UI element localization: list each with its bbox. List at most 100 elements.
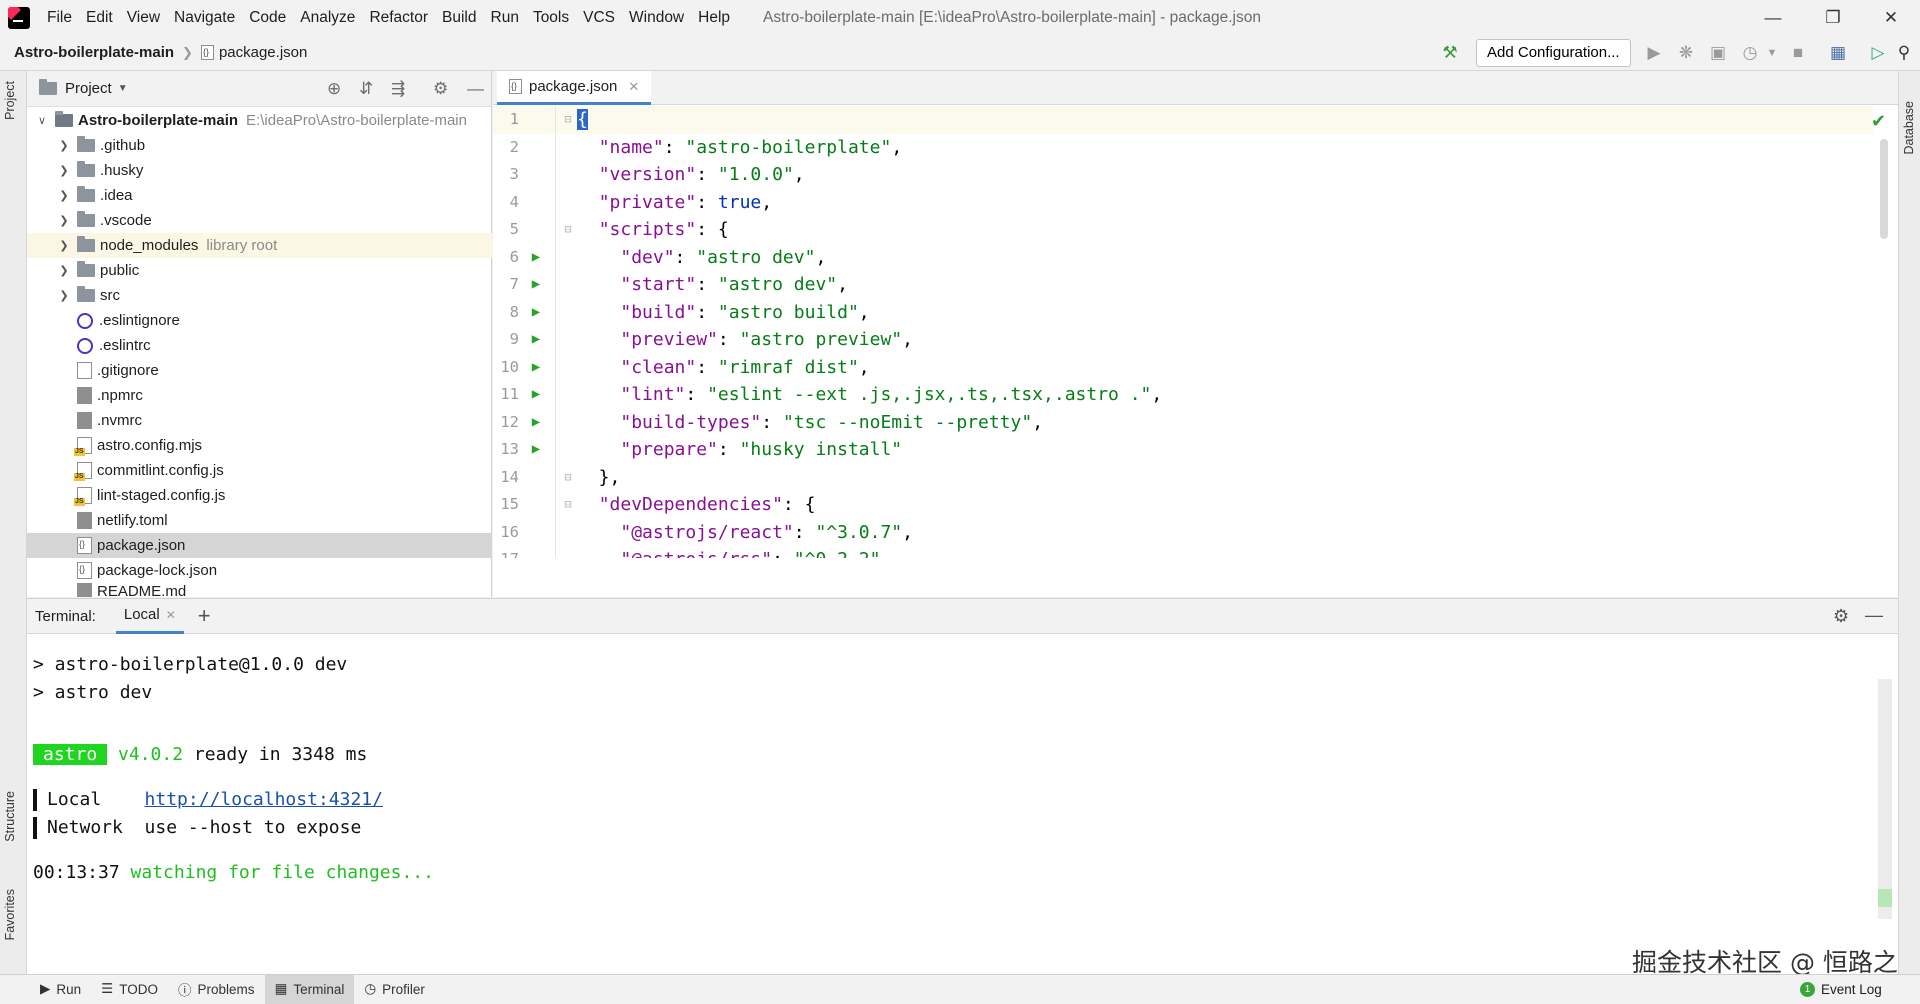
menu-tools[interactable]: Tools: [526, 0, 576, 35]
fold-icon[interactable]: ⊟: [561, 491, 575, 519]
fold-icon[interactable]: ⊟: [561, 106, 575, 134]
tree-file[interactable]: README.md: [27, 583, 492, 597]
run-script-icon[interactable]: ▶: [529, 299, 543, 327]
hide-icon[interactable]: —: [467, 79, 484, 99]
menu-vcs[interactable]: VCS: [576, 0, 622, 35]
structure-side-tab[interactable]: Structure: [3, 791, 17, 842]
chevron-right-icon[interactable]: ❯: [57, 164, 71, 177]
chevron-right-icon[interactable]: ❯: [57, 214, 71, 227]
fold-icon[interactable]: ⊟: [561, 464, 575, 492]
project-structure-icon[interactable]: ▦: [1826, 41, 1850, 65]
run-script-icon[interactable]: ▶: [529, 381, 543, 409]
chevron-right-icon[interactable]: ❯: [57, 264, 71, 277]
project-panel-title[interactable]: Project: [65, 80, 112, 97]
menu-build[interactable]: Build: [435, 0, 483, 35]
collapse-all-icon[interactable]: ⇶: [391, 79, 405, 99]
expand-all-icon[interactable]: ⇵: [359, 79, 373, 99]
event-log-button[interactable]: 1 Event Log: [1800, 975, 1882, 1004]
menu-view[interactable]: View: [120, 0, 167, 35]
tree-root[interactable]: ∨ Astro-boilerplate-main E:\ideaPro\Astr…: [27, 108, 492, 133]
chevron-down-icon[interactable]: ▼: [118, 83, 128, 94]
tree-folder-github[interactable]: ❯ .github: [27, 133, 492, 158]
database-side-tab[interactable]: Database: [1902, 101, 1916, 155]
profiler-tool-button[interactable]: ◷ Profiler: [354, 975, 435, 1004]
terminal-tab-local[interactable]: Local ✕: [115, 599, 184, 634]
menu-code[interactable]: Code: [242, 0, 293, 35]
chevron-down-icon[interactable]: ▼: [1760, 41, 1784, 65]
build-hammer-icon[interactable]: ⚒: [1438, 41, 1462, 65]
run-anything-icon[interactable]: ▷: [1866, 41, 1890, 65]
close-icon[interactable]: ✕: [1862, 0, 1920, 35]
run-icon[interactable]: ▶: [1642, 41, 1666, 65]
tree-file[interactable]: .nvmrc: [27, 408, 492, 433]
menu-refactor[interactable]: Refactor: [362, 0, 435, 35]
coverage-icon[interactable]: ▣: [1706, 41, 1730, 65]
chevron-down-icon[interactable]: ∨: [35, 114, 49, 127]
menu-navigate[interactable]: Navigate: [167, 0, 242, 35]
chevron-right-icon[interactable]: ❯: [57, 239, 71, 252]
chevron-right-icon[interactable]: ❯: [57, 189, 71, 202]
code-area[interactable]: 1 ⊟{ 2 "name": "astro-boilerplate", 3 "ve…: [493, 106, 1898, 558]
terminal-scrollbar[interactable]: [1878, 679, 1892, 919]
right-tool-strip: Database: [1898, 71, 1920, 974]
editor-scrollbar[interactable]: [1880, 139, 1888, 239]
tree-file[interactable]: netlify.toml: [27, 508, 492, 533]
tree-folder-public[interactable]: ❯ public: [27, 258, 492, 283]
tree-folder-vscode[interactable]: ❯ .vscode: [27, 208, 492, 233]
editor-tab-package-json[interactable]: package.json ✕: [497, 71, 652, 105]
tree-file[interactable]: .npmrc: [27, 383, 492, 408]
tree-folder-husky[interactable]: ❯ .husky: [27, 158, 492, 183]
problems-tool-button[interactable]: ⓘ Problems: [168, 975, 265, 1004]
menu-edit[interactable]: Edit: [79, 0, 120, 35]
tree-file[interactable]: package-lock.json: [27, 558, 492, 583]
debug-icon[interactable]: ❋: [1674, 41, 1698, 65]
add-configuration-button[interactable]: Add Configuration...: [1476, 39, 1631, 67]
menu-analyze[interactable]: Analyze: [293, 0, 362, 35]
stop-icon[interactable]: ■: [1786, 41, 1810, 65]
run-script-icon[interactable]: ▶: [529, 354, 543, 382]
window-title: Astro-boilerplate-main [E:\ideaPro\Astro…: [763, 8, 1261, 26]
close-icon[interactable]: ✕: [166, 608, 176, 622]
menu-window[interactable]: Window: [622, 0, 691, 35]
run-script-icon[interactable]: ▶: [529, 271, 543, 299]
tree-file[interactable]: lint-staged.config.js: [27, 483, 492, 508]
run-script-icon[interactable]: ▶: [529, 436, 543, 464]
tree-file[interactable]: .gitignore: [27, 358, 492, 383]
tree-file-selected[interactable]: package.json: [27, 533, 492, 558]
tree-file[interactable]: .eslintrc: [27, 333, 492, 358]
hide-icon[interactable]: —: [1865, 605, 1883, 626]
breadcrumb-file[interactable]: package.json: [200, 44, 307, 61]
gear-icon[interactable]: ⚙: [1833, 606, 1849, 627]
menu-run[interactable]: Run: [484, 0, 526, 35]
run-script-icon[interactable]: ▶: [529, 409, 543, 437]
add-icon[interactable]: +: [198, 603, 211, 629]
tree-folder-node-modules[interactable]: ❯ node_modules library root: [27, 233, 492, 258]
minimize-icon[interactable]: —: [1744, 0, 1802, 35]
locate-icon[interactable]: ⊕: [327, 79, 341, 99]
gear-icon[interactable]: ⚙: [433, 79, 448, 99]
close-icon[interactable]: ✕: [628, 79, 639, 95]
fold-icon[interactable]: ⊟: [561, 216, 575, 244]
menu-file[interactable]: File: [40, 0, 79, 35]
terminal-tool-button[interactable]: ▦ Terminal: [264, 974, 355, 1004]
search-icon[interactable]: ⚲: [1892, 41, 1916, 65]
tree-file[interactable]: commitlint.config.js: [27, 458, 492, 483]
restore-icon[interactable]: ❐: [1804, 0, 1862, 35]
tree-file[interactable]: astro.config.mjs: [27, 433, 492, 458]
profile-icon[interactable]: ◷: [1738, 41, 1762, 65]
terminal-output[interactable]: > astro-boilerplate@1.0.0 dev > astro de…: [27, 635, 1877, 975]
tree-file[interactable]: .eslintignore: [27, 308, 492, 333]
project-side-tab[interactable]: Project: [3, 81, 17, 120]
run-script-icon[interactable]: ▶: [529, 244, 543, 272]
chevron-right-icon[interactable]: ❯: [57, 289, 71, 302]
breadcrumb-project[interactable]: Astro-boilerplate-main: [14, 44, 174, 61]
run-tool-button[interactable]: ▶ Run: [30, 975, 91, 1004]
tree-folder-src[interactable]: ❯ src: [27, 283, 492, 308]
run-script-icon[interactable]: ▶: [529, 326, 543, 354]
tree-folder-idea[interactable]: ❯ .idea: [27, 183, 492, 208]
menu-help[interactable]: Help: [691, 0, 737, 35]
local-url-link[interactable]: http://localhost:4321/: [145, 789, 383, 810]
favorites-side-tab[interactable]: Favorites: [3, 889, 17, 940]
todo-tool-button[interactable]: ☰ TODO: [91, 975, 168, 1004]
chevron-right-icon[interactable]: ❯: [57, 139, 71, 152]
